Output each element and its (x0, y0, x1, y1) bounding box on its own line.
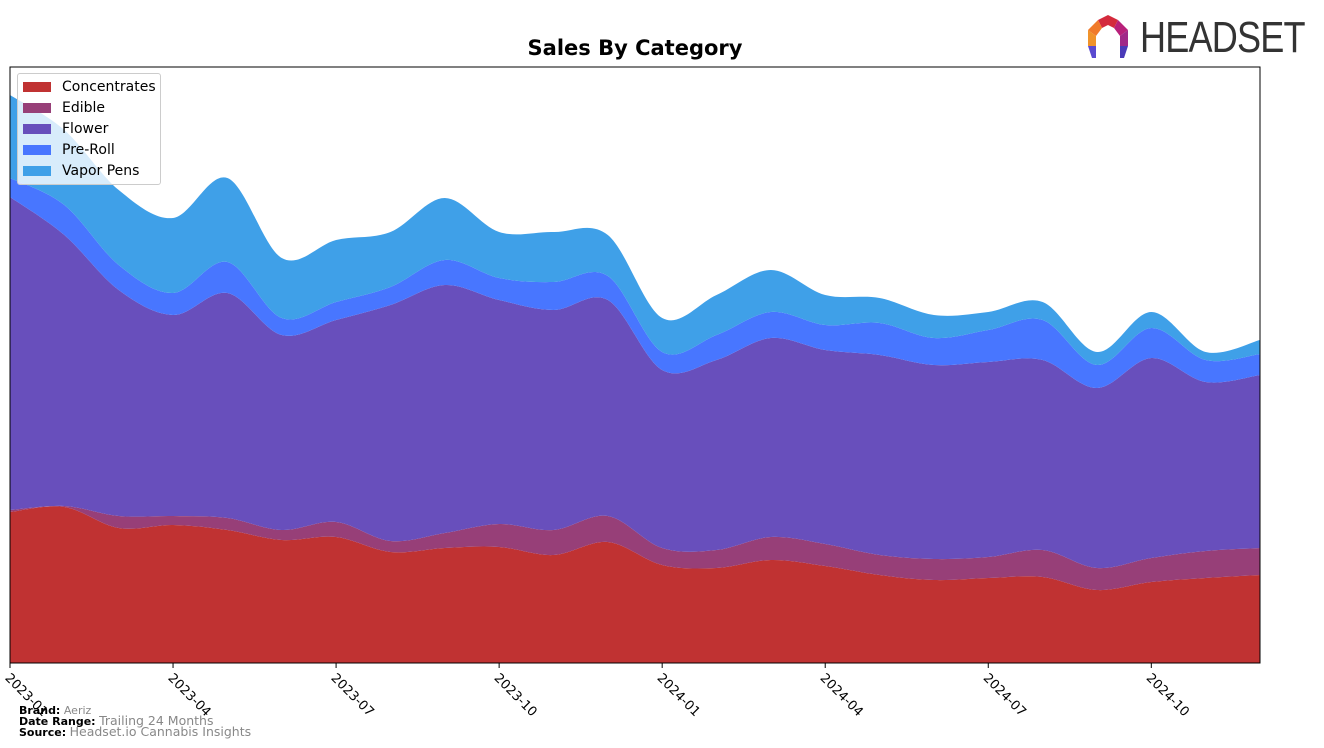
legend-swatch (23, 166, 51, 176)
x-tick-label: 2024-07 (980, 671, 1029, 720)
chart-legend: Concentrates Edible Flower Pre-Roll Vapor Pe… (17, 73, 161, 185)
legend-label: Edible (62, 100, 106, 116)
x-tick-label: 2023-07 (328, 671, 377, 720)
legend-item-flower: Flower (23, 119, 108, 139)
legend-label: Concentrates (62, 79, 156, 95)
legend-item-pre-roll: Pre-Roll (23, 140, 115, 160)
legend-label: Pre-Roll (62, 142, 115, 158)
source-label: Source: (19, 726, 67, 739)
x-tick-label: 2024-10 (1143, 671, 1192, 720)
legend-swatch (23, 145, 51, 155)
legend-item-edible: Edible (23, 98, 105, 118)
legend-swatch (23, 103, 51, 113)
legend-label: Vapor Pens (62, 163, 140, 179)
legend-item-concentrates: Concentrates (23, 77, 156, 97)
footer-source: Source: Headset.io Cannabis Insights (19, 724, 252, 739)
legend-item-vapor-pens: Vapor Pens (23, 161, 139, 181)
source-value: Headset.io Cannabis Insights (69, 724, 252, 739)
legend-label: Flower (62, 121, 109, 137)
sales-area-chart: 2023-01 2023-04 2023-07 2023-10 2024-01 2024-… (2, 66, 1261, 720)
legend-swatch (23, 82, 51, 92)
x-tick-label: 2024-01 (654, 671, 703, 720)
chart-footer: Brand: Aeriz Date Range: Trailing 24 Mon… (19, 705, 252, 739)
x-tick-label: 2023-10 (491, 671, 540, 720)
legend-swatch (23, 124, 51, 134)
x-tick-label: 2024-04 (817, 671, 866, 720)
